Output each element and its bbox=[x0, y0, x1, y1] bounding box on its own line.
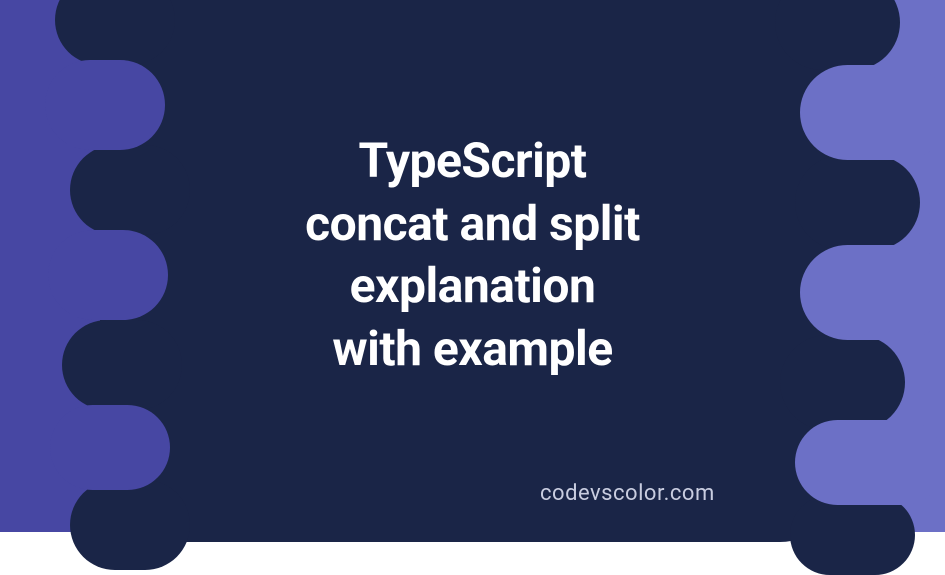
wave-notch-right bbox=[795, 420, 945, 505]
wave-bump-left bbox=[55, 0, 175, 65]
wave-notch-left bbox=[50, 405, 170, 490]
wave-notch-left bbox=[48, 230, 168, 320]
title-line: TypeScript bbox=[358, 133, 586, 190]
wave-notch-right bbox=[800, 245, 945, 340]
wave-bump-right bbox=[790, 495, 915, 575]
title-line: concat and split bbox=[305, 195, 640, 252]
wave-bump-right bbox=[775, 0, 900, 70]
wave-bump-right bbox=[795, 155, 920, 250]
wave-bump-right bbox=[780, 335, 905, 430]
title-line: with example bbox=[332, 320, 612, 377]
wave-notch-left bbox=[45, 60, 165, 150]
watermark: codevscolor.com bbox=[540, 481, 715, 506]
title-line: explanation bbox=[350, 257, 596, 314]
banner-canvas: TypeScript concat and split explanation … bbox=[0, 0, 945, 532]
wave-bump-left bbox=[70, 480, 190, 570]
wave-notch-right bbox=[800, 65, 945, 160]
banner-title: TypeScript concat and split explanation … bbox=[163, 131, 783, 381]
